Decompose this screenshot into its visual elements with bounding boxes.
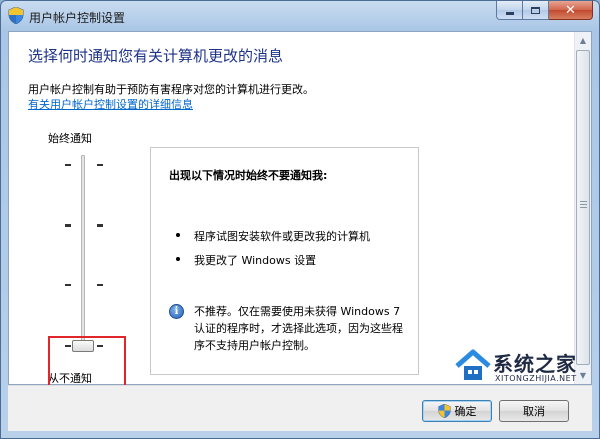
slider-tick [97,224,103,227]
vertical-scrollbar[interactable]: ▲ ▼ [574,32,591,384]
watermark-text: 系统之家 [493,352,577,376]
grip-line [580,207,587,208]
slider-tick [65,164,71,166]
minimize-icon [505,12,514,15]
maximize-button[interactable] [523,1,549,20]
slider-top-label: 始终通知 [48,132,92,145]
maximize-icon [531,6,540,14]
info-title: 出现以下情况时始终不要通知我: [169,169,328,182]
level-description-box: 出现以下情况时始终不要通知我: 程序试图安装软件或更改我的计算机 我更改了 Wi… [150,147,419,375]
slider-track[interactable] [81,155,85,350]
title-bar[interactable]: 用户帐户控制设置 ✕ [1,1,599,31]
ok-button[interactable]: 确定 [422,400,492,422]
grip-line [580,201,587,202]
uac-settings-window: 用户帐户控制设置 ✕ 选择何时通知您有关计算机更改的消息 用户帐户控制有助于预防… [0,0,600,439]
slider-tick [65,284,71,286]
minimize-button[interactable] [496,1,523,20]
info-note: 不推荐。仅在需要使用未获得 Windows 7 认证的程序时，才选择此选项，因为… [194,305,403,352]
grip-line [580,204,587,205]
watermark-logo-icon [455,349,491,380]
uac-shield-icon [8,7,24,24]
scroll-thumb[interactable] [576,50,590,365]
page-description: 用户帐户控制有助于预防有害程序对您的计算机进行更改。 [28,83,314,96]
info-icon: i [169,304,184,319]
scroll-up-icon[interactable]: ▲ [575,32,591,49]
cancel-button-label: 取消 [523,405,545,418]
cancel-button[interactable]: 取消 [499,400,569,422]
watermark-subtext: XITONGZHIJIA.NET [495,374,577,383]
page-heading: 选择何时通知您有关计算机更改的消息 [28,47,284,65]
bullet-icon [176,257,180,261]
button-bar: 确定 取消 [8,385,592,431]
ok-button-label: 确定 [454,405,477,418]
caption-buttons: ✕ [496,1,593,21]
close-icon: ✕ [565,2,576,18]
content-pane: 选择何时通知您有关计算机更改的消息 用户帐户控制有助于预防有害程序对您的计算机进… [8,31,592,393]
watermark: 系统之家 XITONGZHIJIA.NET [453,346,595,386]
slider-tick [97,284,103,286]
learn-more-link[interactable]: 有关用户帐户控制设置的详细信息 [28,96,193,112]
slider-tick [97,164,103,166]
bullet-icon [176,233,180,237]
slider-tick [65,224,71,227]
window-title: 用户帐户控制设置 [29,11,126,25]
uac-shield-icon [437,404,451,418]
close-button[interactable]: ✕ [549,1,593,20]
